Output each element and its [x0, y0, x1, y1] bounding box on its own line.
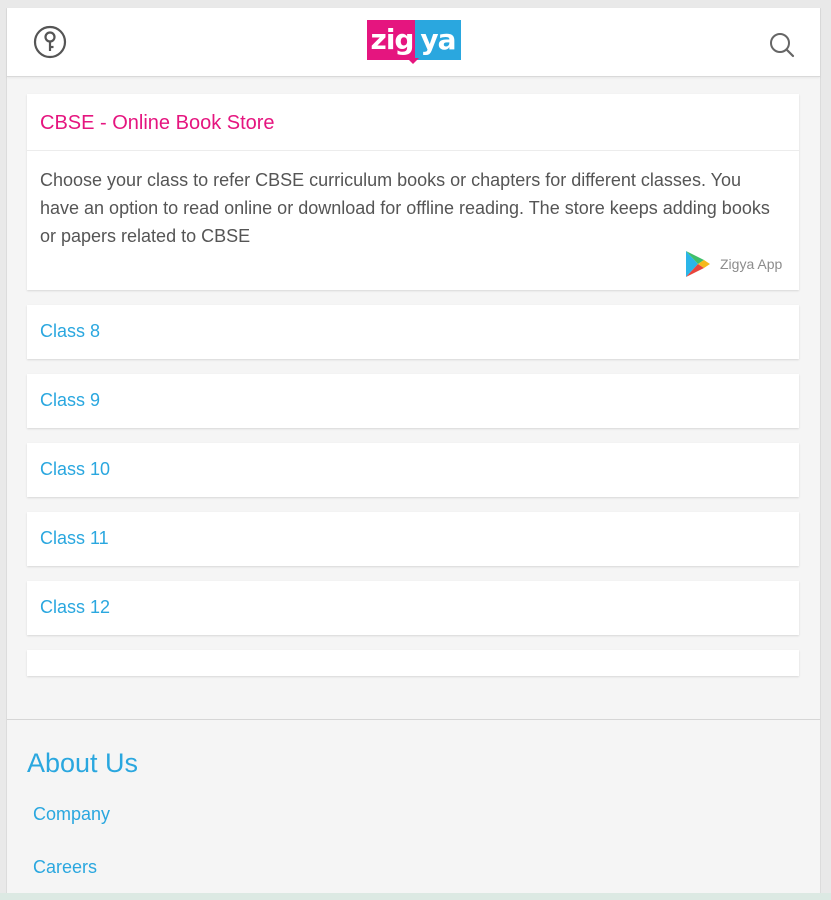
- app-frame: zig ya CBSE - Online Book Store Choose y…: [6, 8, 821, 900]
- class-label[interactable]: Class 8: [40, 321, 100, 342]
- class-item-9[interactable]: Class 9: [27, 374, 799, 428]
- card-divider: [27, 150, 799, 151]
- search-button[interactable]: [767, 30, 797, 60]
- class-label[interactable]: Class 12: [40, 597, 110, 618]
- zigya-logo[interactable]: zig ya: [367, 20, 462, 64]
- google-play-icon: [686, 251, 710, 277]
- zigya-app-link[interactable]: Zigya App: [685, 250, 782, 278]
- about-us-heading: About Us: [27, 748, 139, 778]
- class-label[interactable]: Class 11: [40, 528, 109, 549]
- key-icon: [33, 25, 67, 59]
- footer-divider: [7, 719, 820, 720]
- class-item-10[interactable]: Class 10: [27, 443, 799, 497]
- bottom-strip: [0, 893, 831, 900]
- app-link-label: Zigya App: [720, 256, 783, 272]
- class-item-12[interactable]: Class 12: [27, 581, 799, 635]
- footer-link-careers[interactable]: Careers: [33, 857, 97, 878]
- search-icon: [770, 33, 795, 58]
- class-item-8[interactable]: Class 8: [27, 305, 799, 359]
- class-label[interactable]: Class 10: [40, 459, 110, 480]
- page-title: CBSE - Online Book Store: [40, 112, 275, 134]
- class-item-11[interactable]: Class 11: [27, 512, 799, 566]
- logo-left-part: zig: [367, 20, 417, 60]
- login-button[interactable]: [32, 24, 68, 60]
- logo-tail: [407, 58, 419, 64]
- top-bar: zig ya: [7, 8, 820, 77]
- store-description: Choose your class to refer CBSE curricul…: [40, 170, 770, 246]
- class-label[interactable]: Class 9: [40, 390, 100, 411]
- empty-list-item: [27, 650, 799, 676]
- store-info-card: CBSE - Online Book Store Choose your cla…: [27, 94, 799, 290]
- logo-right-part: ya: [415, 20, 461, 60]
- footer-link-company[interactable]: Company: [33, 804, 110, 825]
